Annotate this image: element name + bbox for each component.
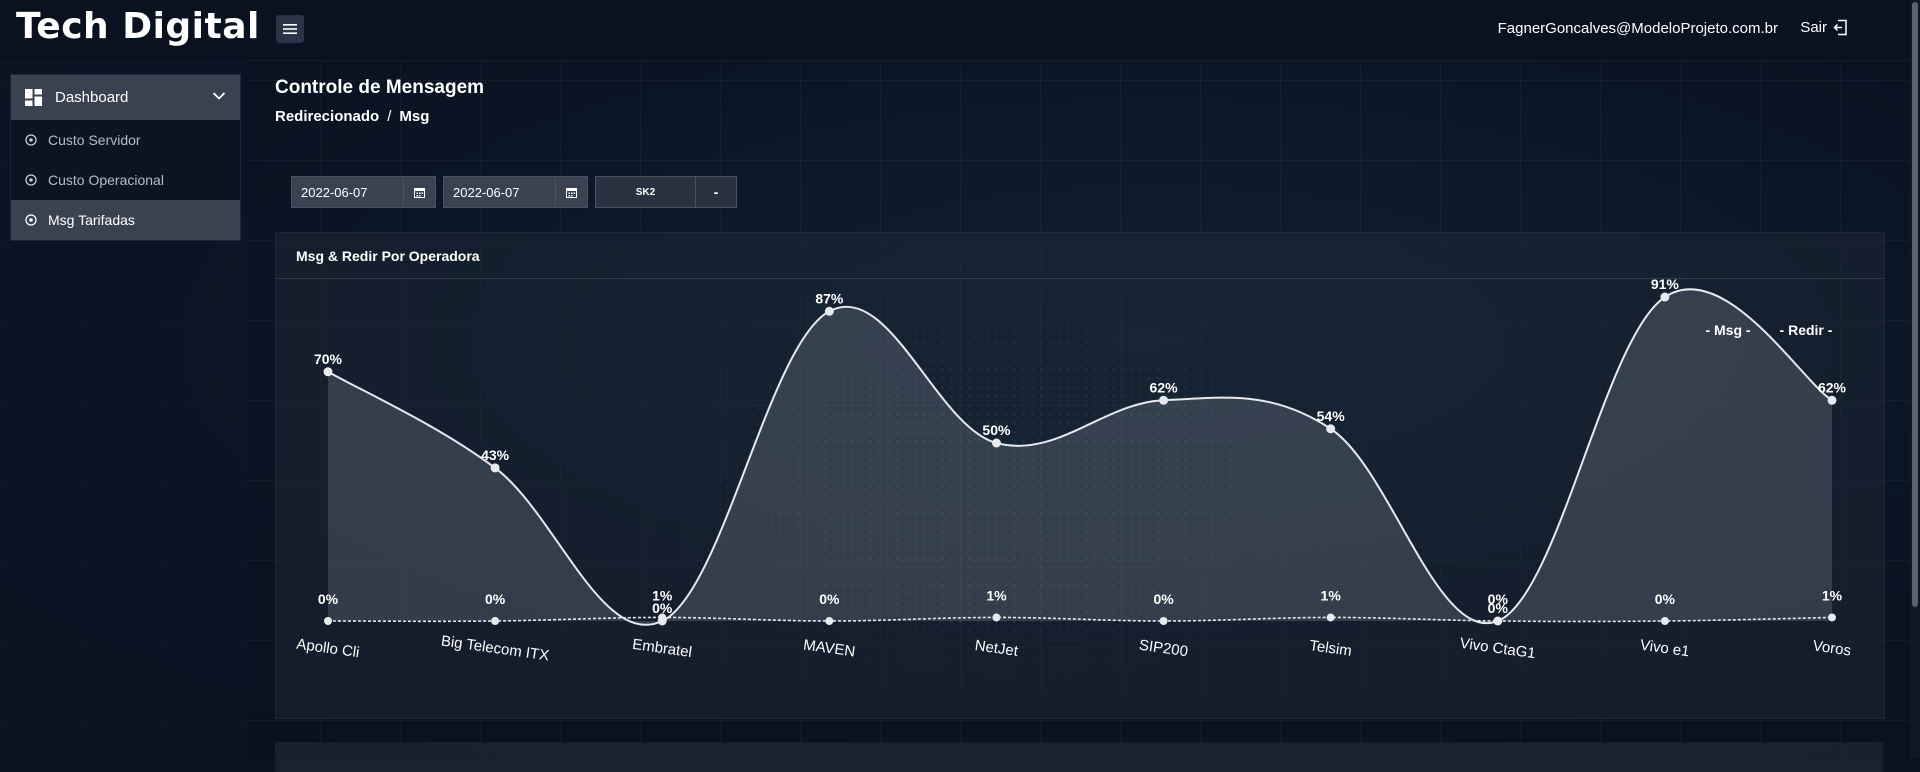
msg-data-point [490, 463, 500, 473]
logout-button[interactable]: Sair [1800, 19, 1848, 36]
msg-data-label: 87% [815, 290, 844, 306]
msg-data-label: 70% [314, 351, 343, 367]
sidebar-item-label: Custo Servidor [48, 132, 141, 148]
logout-label: Sair [1800, 19, 1827, 36]
scrollbar-thumb[interactable] [1912, 2, 1918, 607]
circle-dot-icon [25, 174, 37, 186]
msg-data-point [991, 438, 1001, 448]
msg-data-label: 54% [1317, 408, 1346, 424]
redir-data-point [1660, 617, 1669, 625]
msg-data-point [1159, 395, 1169, 405]
redir-data-label: 1% [1822, 587, 1843, 603]
calendar-button[interactable] [555, 177, 587, 207]
sidebar-item-label: Custo Operacional [48, 172, 164, 188]
dashboard-icon [25, 89, 42, 106]
brand-logo: Tech Digital [16, 6, 260, 47]
redir-data-label: 0% [485, 591, 506, 607]
x-axis-tick-label: Vivo CtaG1 [1459, 635, 1537, 662]
msg-data-point [1827, 395, 1837, 405]
breadcrumb: Redirecionado / Msg [275, 108, 429, 125]
start-date-value: 2022-06-07 [301, 184, 368, 200]
sidebar-item-custo-servidor[interactable]: Custo Servidor [11, 120, 240, 160]
redir-data-label: 0% [1655, 591, 1676, 607]
redir-data-label: 1% [1321, 587, 1342, 603]
chart-card: Msg & Redir Por Operadora 70% 43% 0% 87% 50%… [275, 232, 1885, 719]
redir-data-point [992, 613, 1001, 622]
end-date-value: 2022-06-07 [453, 184, 520, 200]
secondary-card [275, 742, 1883, 772]
breadcrumb-item-msg: Msg [399, 108, 430, 125]
x-axis-tick-label: Apollo Cli [295, 636, 360, 662]
x-axis-tick-label: SIP200 [1138, 637, 1189, 661]
redir-data-label: 0% [1488, 591, 1509, 607]
sidebar-item-msg-tarifadas[interactable]: Msg Tarifadas [11, 200, 240, 240]
redir-data-label: 1% [986, 587, 1007, 603]
sidebar-item-custo-operacional[interactable]: Custo Operacional [11, 160, 240, 200]
x-axis-tick-label: Big Telecom ITX [440, 632, 550, 664]
secondary-select[interactable]: - [695, 177, 736, 207]
msg-data-label: 91% [1651, 276, 1680, 292]
msg-data-label: 62% [1150, 379, 1179, 395]
sidebar-dashboard-toggle[interactable]: Dashboard [11, 75, 240, 120]
redir-data-point [1493, 617, 1502, 625]
calendar-button[interactable] [403, 177, 435, 207]
redir-data-point [1828, 613, 1836, 622]
x-axis-tick-label: Telsim [1308, 637, 1352, 660]
breadcrumb-separator: / [387, 108, 392, 125]
redir-data-point [1326, 613, 1335, 622]
calendar-icon [566, 187, 577, 198]
x-axis-tick-label: Vivo e1 [1639, 637, 1691, 661]
msg-series-area [328, 289, 1832, 625]
redir-data-label: 1% [652, 587, 673, 603]
start-date-field[interactable]: 2022-06-07 [291, 176, 436, 208]
msg-data-label: 62% [1818, 379, 1847, 395]
redir-data-point [324, 617, 332, 625]
chevron-down-icon [212, 92, 226, 100]
x-axis-tick-label: MAVEN [802, 636, 856, 660]
msg-data-point [824, 306, 834, 316]
logout-icon [1833, 19, 1847, 36]
page-scrollbar[interactable] [1910, 0, 1920, 758]
server-select[interactable]: SK2 - [595, 176, 737, 208]
msg-data-label: 43% [481, 447, 510, 463]
hamburger-icon [283, 24, 297, 34]
breadcrumb-item-redirecionado[interactable]: Redirecionado [275, 108, 379, 125]
msg-data-label: 50% [982, 422, 1011, 438]
filter-bar: 2022-06-07 2022-06-07 SK2 - [291, 176, 737, 208]
redir-data-point [1159, 617, 1168, 625]
redir-data-label: 0% [318, 591, 339, 607]
redir-data-point [825, 617, 834, 625]
sidebar-dashboard-label: Dashboard [55, 89, 129, 106]
x-axis-tick-label: Voros [1812, 637, 1852, 659]
redir-data-label: 0% [1153, 591, 1174, 607]
end-date-field[interactable]: 2022-06-07 [443, 176, 588, 208]
top-bar: Tech Digital FagnerGoncalves@ModeloProje… [0, 0, 1910, 61]
x-axis-tick-label: NetJet [974, 637, 1020, 660]
page-title: Controle de Mensagem [275, 77, 485, 98]
x-axis-tick-label: Embratel [631, 636, 693, 661]
calendar-icon [414, 187, 425, 198]
sidebar-item-label: Msg Tarifadas [48, 212, 135, 228]
area-chart: 70% 43% 0% 87% 50% 62% 54% 0% 91% 62% 0% 0% 1% 0% 1% 0%… [295, 276, 1852, 664]
msg-data-point [1660, 292, 1670, 302]
redir-data-label: 0% [819, 591, 840, 607]
circle-dot-icon [25, 134, 37, 146]
msg-data-point [1326, 424, 1336, 434]
menu-toggle-button[interactable] [276, 15, 304, 43]
msg-data-point [323, 367, 333, 377]
redir-data-point [658, 613, 667, 622]
server-select-value: SK2 [635, 186, 656, 198]
redir-data-point [491, 617, 500, 625]
circle-dot-icon [25, 214, 37, 226]
legend-item: - Redir - [1780, 322, 1833, 338]
legend-item: - Msg - [1705, 322, 1750, 338]
user-email: FagnerGoncalves@ModeloProjeto.com.br [1497, 20, 1778, 37]
sidebar-menu: Dashboard Custo Servidor Custo Operacion… [10, 74, 241, 241]
